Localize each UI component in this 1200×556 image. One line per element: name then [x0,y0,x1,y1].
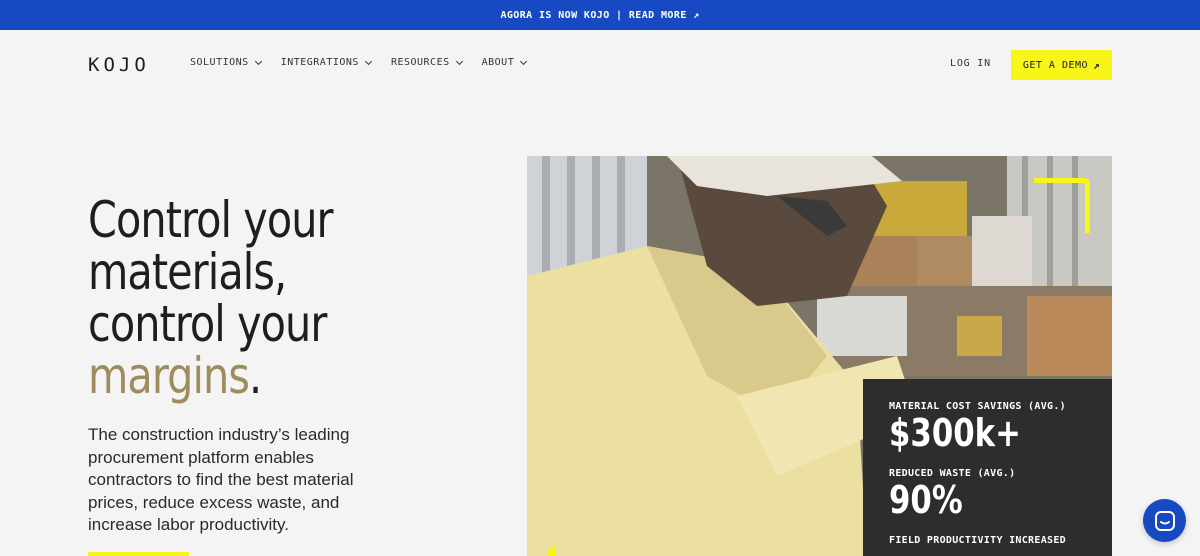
chevron-down-icon [520,57,528,65]
nav-solutions-label: SOLUTIONS [190,57,249,68]
chevron-down-icon [254,57,262,65]
get-a-demo-button[interactable]: GET A DEMO ↗ [1011,50,1112,80]
chevron-down-icon [455,57,463,65]
hero-cta-button[interactable] [88,552,189,556]
kojo-logo[interactable]: KOJO [88,54,150,76]
hero-subtext: The construction industry’s leading proc… [88,425,354,534]
chat-bubble-icon [1154,510,1175,531]
announcement-banner[interactable]: AGORA IS NOW KOJO | READ MORE ↗ [0,0,1200,30]
stat-label-productivity: FIELD PRODUCTIVITY INCREASED [889,535,1066,546]
login-link[interactable]: LOG IN [950,58,991,69]
stat-value-savings: $300k+ [889,411,1021,455]
nav-solutions[interactable]: SOLUTIONS [190,57,262,68]
nav-about-label: ABOUT [481,57,515,68]
stat-value-waste: 90% [889,478,963,522]
chevron-down-icon [364,57,372,65]
announcement-text[interactable]: AGORA IS NOW KOJO | READ MORE ↗ [500,10,699,21]
main-menu: SOLUTIONS INTEGRATIONS RESOURCES ABOUT [190,57,546,68]
decorative-bracket-top [1034,178,1090,233]
headline-period: . [249,347,262,405]
chat-launcher-button[interactable] [1143,499,1186,542]
headline-line-2: materials, [88,243,287,301]
hero-headline: Control your materials, control your mar… [88,194,474,402]
headline-line-4: margins. [88,350,474,402]
get-a-demo-label: GET A DEMO [1022,59,1089,71]
headline-line-1: Control your [88,191,334,249]
arrow-up-right-icon: ↗ [1093,58,1101,72]
nav-about[interactable]: ABOUT [481,57,528,68]
top-navigation: KOJO SOLUTIONS INTEGRATIONS RESOURCES AB… [0,30,1200,98]
nav-resources-label: RESOURCES [390,57,450,68]
stats-panel: MATERIAL COST SAVINGS (AVG.) $300k+ REDU… [863,379,1112,556]
headline-accent-word: margins [88,347,250,405]
headline-line-3: control your [88,295,327,353]
nav-integrations[interactable]: INTEGRATIONS [280,57,372,68]
nav-resources[interactable]: RESOURCES [390,57,463,68]
nav-integrations-label: INTEGRATIONS [280,57,359,68]
